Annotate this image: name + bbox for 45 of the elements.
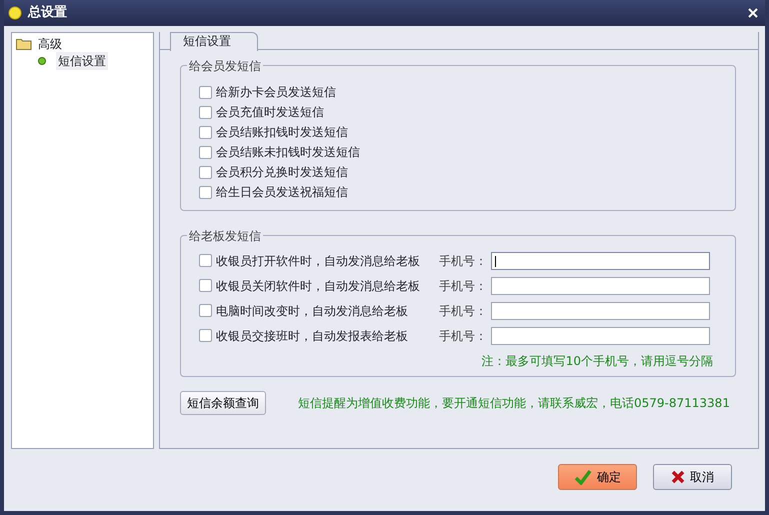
checkbox[interactable] (199, 86, 212, 98)
phone-field[interactable] (491, 252, 710, 270)
window-title: 总设置 (28, 4, 67, 22)
option-label: 收银员打开软件时，自动发消息给老板 (216, 252, 420, 270)
checkbox[interactable] (199, 106, 212, 118)
phone-field[interactable] (491, 302, 710, 320)
notice-text: 短信提醒为增值收费功能，要开通短信功能，请联系威宏，电话0579-87113381 (298, 395, 730, 412)
tree-item[interactable]: 高级 (36, 34, 64, 52)
tab[interactable]: 短信设置 (170, 32, 258, 51)
option-label: 给生日会员发送祝福短信 (216, 184, 348, 201)
checkbox[interactable] (199, 329, 212, 342)
folder-icon (16, 38, 32, 50)
group-title: 给老板发短信 (187, 227, 263, 245)
option-label: 会员充值时发送短信 (216, 104, 324, 121)
checkbox[interactable] (199, 304, 212, 317)
phone-field[interactable] (491, 326, 710, 344)
tree-item[interactable]: 短信设置 (56, 52, 108, 70)
option-label: 电脑时间改变时，自动发消息给老板 (216, 302, 408, 320)
checkbox[interactable] (199, 279, 212, 292)
checkbox[interactable] (199, 126, 212, 138)
option-label: 收银员关闭软件时，自动发消息给老板 (216, 278, 420, 294)
checkbox[interactable] (199, 146, 212, 158)
ok-button[interactable]: 确定 (558, 464, 637, 490)
phone-label: 手机号： (439, 328, 488, 344)
bullet-icon (38, 56, 46, 64)
checkbox[interactable] (199, 186, 212, 198)
balance-query-button[interactable]: 短信余额查询 (180, 391, 266, 415)
option-label: 给新办卡会员发送短信 (216, 84, 336, 101)
checkbox[interactable] (199, 166, 212, 178)
option-label: 会员结账未扣钱时发送短信 (216, 144, 360, 161)
cross-icon (671, 470, 685, 484)
cancel-button[interactable]: 取消 (653, 464, 732, 490)
note-text: 注：最多可填写10个手机号，请用逗号分隔 (480, 353, 714, 370)
group-title: 给会员发短信 (187, 57, 263, 75)
close-icon[interactable] (748, 8, 758, 18)
check-icon (574, 469, 592, 485)
option-label: 收银员交接班时，自动发报表给老板 (216, 328, 408, 344)
option-label: 会员结账扣钱时发送短信 (216, 124, 348, 141)
app-icon (8, 6, 22, 20)
option-label: 会员积分兑换时发送短信 (216, 164, 348, 181)
phone-label: 手机号： (439, 278, 488, 294)
phone-field[interactable] (491, 276, 710, 294)
checkbox[interactable] (199, 254, 212, 267)
phone-label: 手机号： (439, 302, 488, 320)
phone-label: 手机号： (439, 252, 488, 270)
